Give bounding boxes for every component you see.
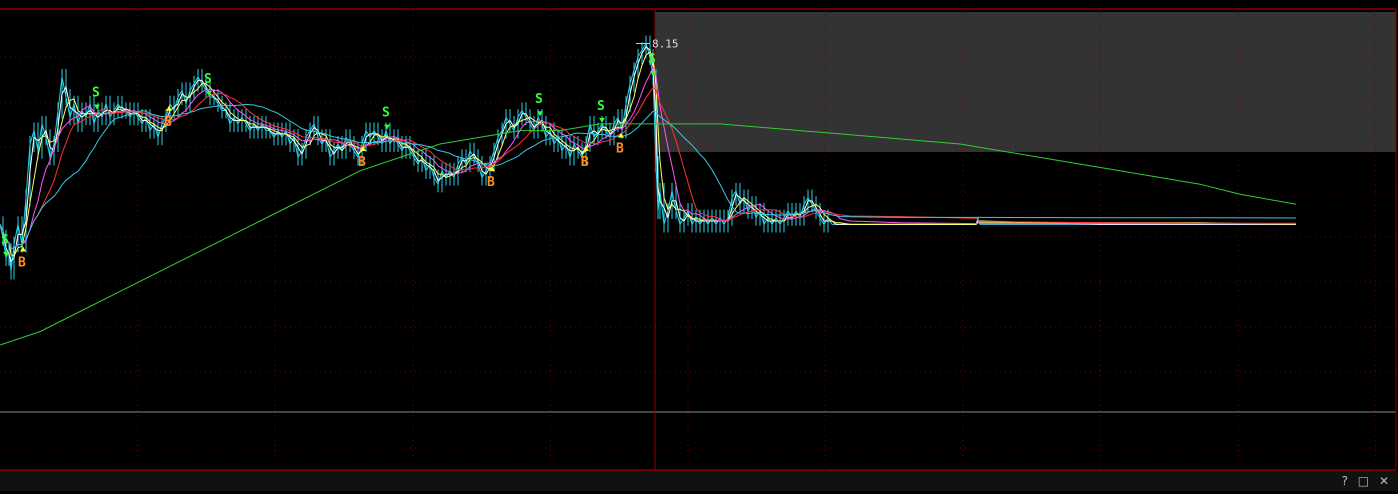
peak-label: 8.15 [652, 38, 679, 51]
sell-signal-label: S [204, 72, 212, 87]
status-bar: ? □ ✕ [0, 471, 1398, 491]
buy-signal-label: B [18, 256, 26, 271]
help-icon[interactable]: ? [1342, 474, 1351, 488]
buy-signal-label: B [358, 155, 366, 170]
buy-signal-label: B [616, 142, 624, 157]
window-controls: ? □ ✕ [1342, 474, 1392, 488]
sell-signal-label: S [597, 99, 605, 114]
sell-signal-label: S [1, 233, 9, 248]
chart-root: SBSBSBSBSBSBS 8.15 [0, 0, 1398, 490]
sell-signal-label: S [92, 86, 100, 101]
buy-signal-label: B [164, 115, 172, 130]
sell-signal-label: S [382, 106, 390, 121]
shaded-region [655, 12, 1396, 152]
sell-signal-label: S [648, 52, 656, 67]
buy-signal-label: B [581, 155, 589, 170]
price-chart[interactable]: SBSBSBSBSBSBS 8.15 [0, 0, 1398, 490]
close-icon[interactable]: ✕ [1379, 474, 1392, 488]
maximize-icon[interactable]: □ [1358, 474, 1372, 488]
sell-signal-label: S [535, 92, 543, 107]
buy-signal-label: B [487, 175, 495, 190]
